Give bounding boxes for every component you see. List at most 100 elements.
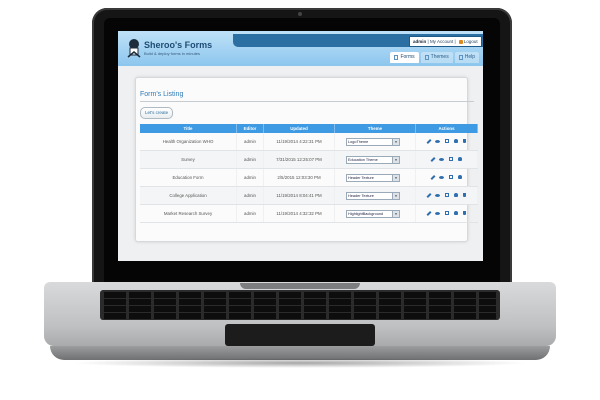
user-icon[interactable] bbox=[453, 139, 458, 143]
actions-cell bbox=[415, 204, 478, 223]
app-header: Sheroo's Forms Build & deploy forms in m… bbox=[118, 31, 483, 66]
theme-cell: Header Texture ▼ bbox=[334, 168, 416, 187]
form-updated: 2/5/2015 12:03:30 PM bbox=[263, 168, 335, 187]
user-menu: admin | My Account | Logout bbox=[409, 36, 482, 47]
theme-cell: LogoTheme ▼ bbox=[334, 133, 416, 151]
copy-icon[interactable] bbox=[448, 175, 453, 179]
view-icon[interactable] bbox=[434, 211, 440, 215]
laptop-shadow bbox=[70, 358, 530, 368]
theme-value: HighlightBackground bbox=[348, 211, 384, 216]
view-icon[interactable] bbox=[438, 157, 444, 161]
form-updated: 11/19/2014 8:04:41 PM bbox=[263, 186, 335, 205]
tab-label: Help bbox=[464, 54, 475, 60]
chevron-down-icon: ▼ bbox=[392, 192, 399, 199]
tab-help[interactable]: Help bbox=[454, 52, 479, 63]
edit-icon[interactable] bbox=[426, 192, 431, 198]
theme-select[interactable]: Education Theme ▼ bbox=[346, 155, 400, 164]
theme-select[interactable]: Header Texture ▼ bbox=[346, 191, 400, 200]
form-title[interactable]: Education Form bbox=[140, 168, 237, 187]
column-header[interactable]: Title bbox=[140, 124, 237, 133]
column-header[interactable]: Theme bbox=[334, 124, 416, 133]
form-editor: admin bbox=[236, 133, 264, 151]
chevron-down-icon: ▼ bbox=[392, 138, 399, 145]
theme-select[interactable]: Header Texture ▼ bbox=[346, 173, 400, 182]
tab-label: Forms bbox=[400, 54, 415, 60]
table-row: Survey admin 7/31/2015 12:25:07 PM Educa… bbox=[140, 150, 478, 169]
my-account-link[interactable]: My Account bbox=[430, 39, 453, 44]
column-header[interactable]: Updated bbox=[263, 124, 335, 133]
theme-cell: Education Theme ▼ bbox=[334, 150, 416, 169]
tab-forms[interactable]: Forms bbox=[390, 52, 419, 63]
logo-icon bbox=[127, 39, 141, 58]
theme-select[interactable]: HighlightBackground ▼ bbox=[346, 209, 400, 218]
forms-card: Form's Listing Let's create Title Editor… bbox=[135, 77, 478, 242]
view-icon[interactable] bbox=[434, 139, 440, 143]
form-title[interactable]: Market Research Survey bbox=[140, 204, 237, 223]
tab-themes[interactable]: Themes bbox=[420, 52, 453, 63]
theme-value: Header Texture bbox=[348, 175, 374, 180]
brand-title: Sheroo's Forms bbox=[144, 40, 213, 50]
view-icon[interactable] bbox=[438, 175, 444, 179]
actions-cell bbox=[415, 150, 478, 169]
form-updated: 11/19/2014 4:32:32 PM bbox=[263, 204, 335, 223]
laptop-hinge bbox=[240, 283, 360, 289]
form-title[interactable]: Health Organization WHO bbox=[140, 133, 237, 151]
table-row: Health Organization WHO admin 11/19/2014… bbox=[140, 133, 478, 151]
key-row bbox=[104, 299, 496, 305]
actions-cell bbox=[415, 186, 478, 205]
divider bbox=[140, 101, 474, 102]
main-tabs: Forms Themes Help bbox=[390, 52, 479, 63]
table-row: College Application admin 11/19/2014 8:0… bbox=[140, 186, 478, 205]
chevron-down-icon: ▼ bbox=[392, 174, 399, 181]
chevron-down-icon: ▼ bbox=[392, 156, 399, 163]
column-header[interactable]: Editor bbox=[236, 124, 264, 133]
theme-icon bbox=[424, 55, 429, 60]
copy-icon[interactable] bbox=[444, 139, 449, 143]
copy-icon[interactable] bbox=[448, 157, 453, 161]
screen: Sheroo's Forms Build & deploy forms in m… bbox=[118, 31, 483, 261]
column-header: Actions bbox=[415, 124, 478, 133]
delete-icon[interactable] bbox=[462, 139, 466, 143]
form-editor: admin bbox=[236, 168, 264, 187]
chevron-down-icon: ▼ bbox=[392, 210, 399, 217]
edit-icon[interactable] bbox=[430, 174, 435, 180]
form-updated: 7/31/2015 12:25:07 PM bbox=[263, 150, 335, 169]
form-updated: 11/19/2014 4:22:31 PM bbox=[263, 133, 335, 151]
form-icon bbox=[394, 55, 399, 60]
edit-icon[interactable] bbox=[430, 156, 435, 162]
trackpad[interactable] bbox=[225, 324, 375, 346]
user-icon[interactable] bbox=[453, 193, 458, 197]
keyboard bbox=[100, 290, 500, 320]
theme-value: LogoTheme bbox=[348, 139, 369, 144]
form-editor: admin bbox=[236, 204, 264, 223]
username[interactable]: admin bbox=[413, 39, 426, 44]
logout-link[interactable]: Logout bbox=[464, 39, 478, 44]
key-row bbox=[104, 313, 496, 319]
table-row: Market Research Survey admin 11/19/2014 … bbox=[140, 204, 478, 223]
actions-cell bbox=[415, 168, 478, 187]
delete-icon[interactable] bbox=[462, 193, 466, 197]
copy-icon[interactable] bbox=[444, 193, 449, 197]
create-form-button[interactable]: Let's create bbox=[140, 107, 174, 119]
form-title[interactable]: College Application bbox=[140, 186, 237, 205]
forms-table: Title Editor Updated Theme Actions Healt… bbox=[140, 124, 478, 223]
key-row bbox=[104, 292, 496, 298]
user-icon[interactable] bbox=[457, 175, 462, 179]
help-icon bbox=[458, 55, 463, 60]
table-header-row: Title Editor Updated Theme Actions bbox=[140, 124, 478, 133]
edit-icon[interactable] bbox=[426, 210, 431, 216]
form-title[interactable]: Survey bbox=[140, 150, 237, 169]
edit-icon[interactable] bbox=[426, 138, 431, 144]
delete-icon[interactable] bbox=[462, 211, 466, 215]
logout-icon bbox=[458, 39, 463, 44]
copy-icon[interactable] bbox=[444, 211, 449, 215]
view-icon[interactable] bbox=[434, 193, 440, 197]
user-icon[interactable] bbox=[457, 157, 462, 161]
table-row: Education Form admin 2/5/2015 12:03:30 P… bbox=[140, 168, 478, 187]
webcam-icon bbox=[298, 12, 302, 16]
brand-tagline: Build & deploy forms in minutes bbox=[144, 51, 201, 56]
theme-select[interactable]: LogoTheme ▼ bbox=[346, 137, 400, 146]
theme-cell: HighlightBackground ▼ bbox=[334, 204, 416, 223]
user-icon[interactable] bbox=[453, 211, 458, 215]
form-editor: admin bbox=[236, 186, 264, 205]
